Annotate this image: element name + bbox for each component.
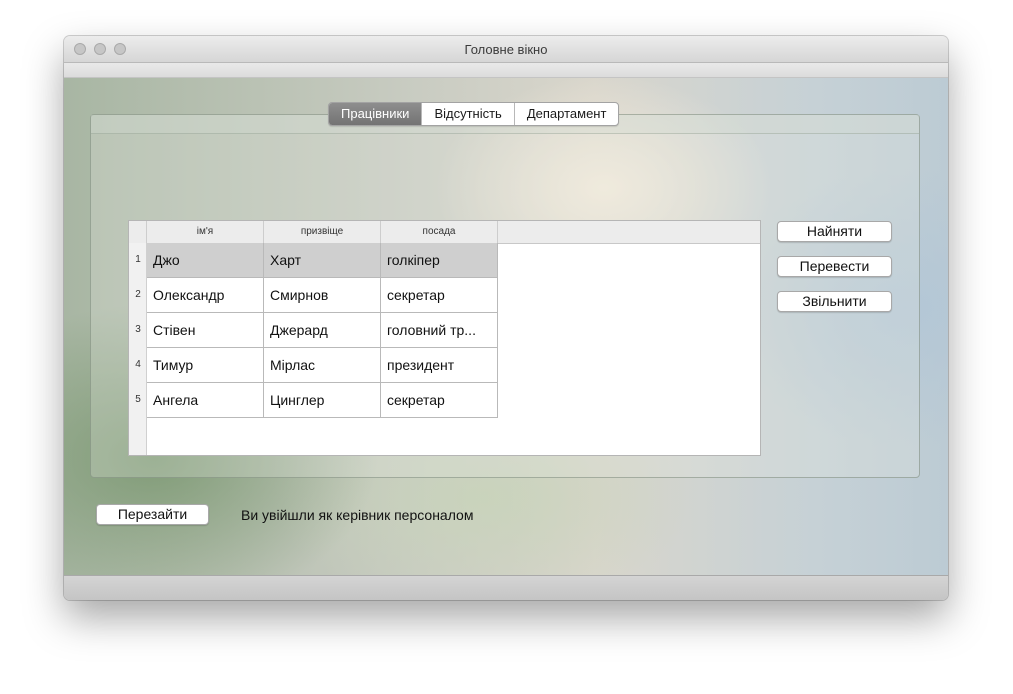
cell-position[interactable]: головний тр... bbox=[381, 313, 498, 348]
row-number: 3 bbox=[135, 324, 141, 335]
table-header: ім'я призвіще посада bbox=[129, 221, 760, 244]
row-number: 5 bbox=[135, 394, 141, 405]
tab-employees[interactable]: Працівники bbox=[329, 103, 422, 125]
cell-name[interactable]: Стівен bbox=[147, 313, 264, 348]
cell-surname[interactable]: Мірлас bbox=[264, 348, 381, 383]
tab-department[interactable]: Департамент bbox=[513, 103, 619, 125]
column-header-position[interactable]: посада bbox=[381, 221, 498, 243]
table-row[interactable]: 2 Олександр Смирнов секретар bbox=[129, 278, 499, 313]
table-row[interactable]: 3 Стівен Джерард головний тр... bbox=[129, 313, 499, 348]
cell-position[interactable]: голкіпер bbox=[381, 243, 498, 278]
cell-name[interactable]: Тимур bbox=[147, 348, 264, 383]
cell-name[interactable]: Ангела bbox=[147, 383, 264, 418]
main-window: Головне вікно Працівники Відсутність Деп… bbox=[64, 36, 948, 600]
row-number: 1 bbox=[135, 254, 141, 265]
table-row[interactable]: 4 Тимур Мірлас президент bbox=[129, 348, 499, 383]
cell-surname[interactable]: Джерард bbox=[264, 313, 381, 348]
cell-name[interactable]: Джо bbox=[147, 243, 264, 278]
cell-surname[interactable]: Цинглер bbox=[264, 383, 381, 418]
cell-surname[interactable]: Смирнов bbox=[264, 278, 381, 313]
window-title: Головне вікно bbox=[464, 42, 548, 57]
cell-name[interactable]: Олександр bbox=[147, 278, 264, 313]
column-header-surname[interactable]: призвіще bbox=[264, 221, 381, 243]
tab-bar: Працівники Відсутність Департамент bbox=[328, 102, 620, 126]
tab-absence[interactable]: Відсутність bbox=[421, 103, 513, 125]
table-row[interactable]: 1 Джо Харт голкіпер bbox=[129, 243, 499, 278]
hire-button[interactable]: Найняти bbox=[777, 221, 892, 242]
title-bar: Головне вікно bbox=[64, 36, 948, 63]
window-content: Працівники Відсутність Департамент ім'я … bbox=[64, 78, 948, 575]
toolbar-strip bbox=[64, 63, 948, 78]
row-number: 4 bbox=[135, 359, 141, 370]
row-number: 2 bbox=[135, 289, 141, 300]
transfer-button[interactable]: Перевести bbox=[777, 256, 892, 277]
employees-table[interactable]: ім'я призвіще посада 1 Джо Харт голкіпер… bbox=[128, 220, 761, 456]
bottom-bar bbox=[64, 575, 948, 600]
column-header-name[interactable]: ім'я bbox=[147, 221, 264, 243]
cell-surname[interactable]: Харт bbox=[264, 243, 381, 278]
cell-position[interactable]: секретар bbox=[381, 278, 498, 313]
cell-position[interactable]: секретар bbox=[381, 383, 498, 418]
table-row[interactable]: 5 Ангела Цинглер секретар bbox=[129, 383, 499, 418]
cell-position[interactable]: президент bbox=[381, 348, 498, 383]
fire-button[interactable]: Звільнити bbox=[777, 291, 892, 312]
login-status-text: Ви увійшли як керівник персоналом bbox=[241, 507, 474, 523]
row-number-header bbox=[129, 221, 147, 243]
relogin-button[interactable]: Перезайти bbox=[96, 504, 209, 525]
